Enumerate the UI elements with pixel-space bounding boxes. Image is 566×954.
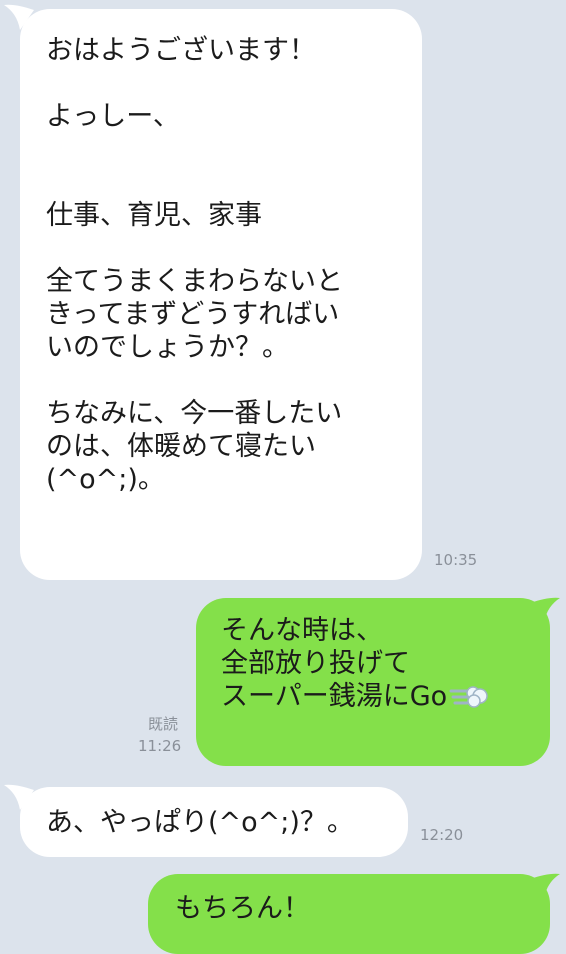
message-timestamp: 11:26 xyxy=(138,737,182,755)
message-timestamp: 12:20 xyxy=(420,826,464,844)
message-text: おはようございます！ よっしー、 仕事、育児、家事 全てうまくまわらないと きっ… xyxy=(20,9,422,580)
message-text: もちろん！ xyxy=(148,874,550,954)
message-timestamp: 10:35 xyxy=(434,551,478,569)
dash-icon xyxy=(449,686,488,708)
message-text: あ、やっぱり(^o^;)？。 xyxy=(20,787,408,857)
message-bubble: そんな時は、 全部放り投げて スーパー銭湯にGo xyxy=(196,598,550,766)
message-text: そんな時は、 全部放り投げて スーパー銭湯にGo xyxy=(221,615,448,712)
read-receipt: 既読 xyxy=(148,715,179,733)
